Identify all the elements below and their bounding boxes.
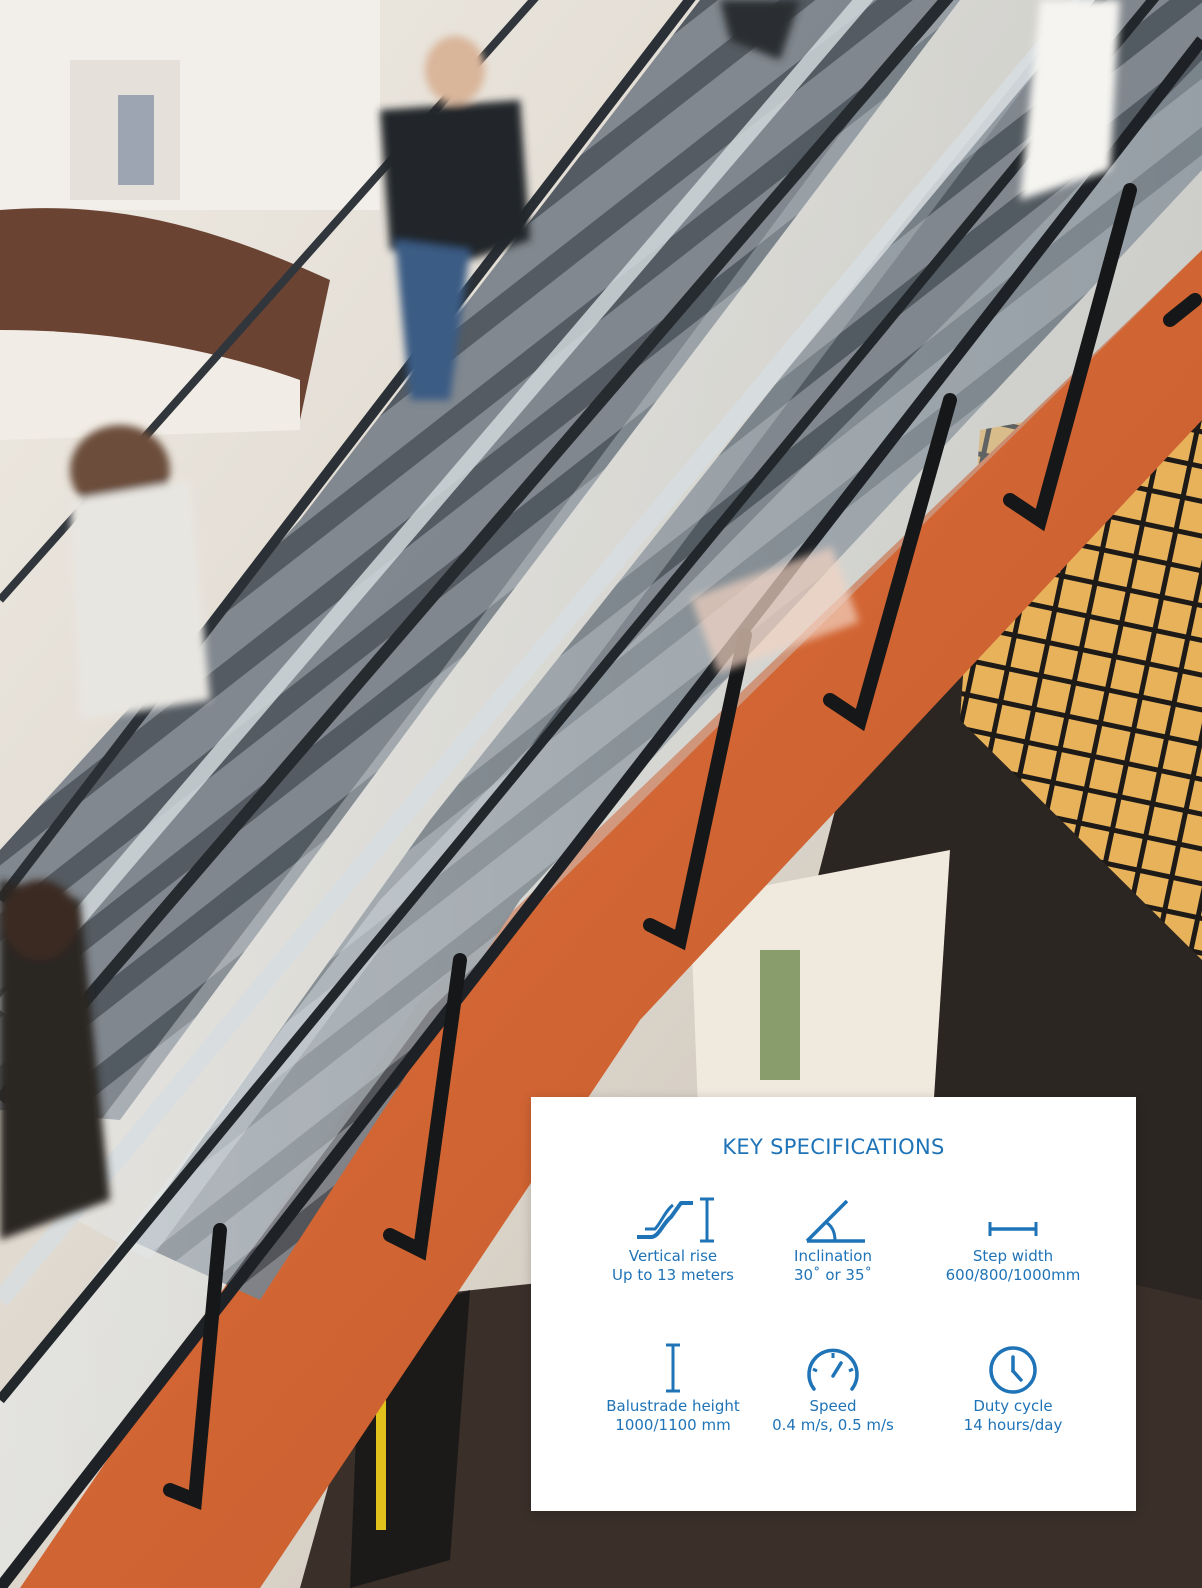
spec-value: 30˚ or 35˚ bbox=[793, 1266, 873, 1284]
spec-value: 0.4 m/s, 0.5 m/s bbox=[772, 1416, 894, 1434]
step-width-icon bbox=[988, 1222, 1038, 1236]
spec-label: Inclination bbox=[794, 1247, 872, 1265]
spec-value: 600/800/1000mm bbox=[945, 1266, 1081, 1284]
spec-label: Duty cycle bbox=[973, 1397, 1053, 1415]
card-title: KEY SPECIFICATIONS bbox=[722, 1135, 945, 1159]
speedometer-icon bbox=[807, 1348, 859, 1391]
key-specifications-card: KEY SPECIFICATIONS Vertical rise Up to 1… bbox=[531, 1097, 1136, 1511]
spec-duty-cycle: Duty cycle 14 hours/day bbox=[913, 1335, 1113, 1435]
spec-inclination: Inclination 30˚ or 35˚ bbox=[733, 1185, 933, 1285]
vertical-rise-icon bbox=[637, 1197, 714, 1243]
spec-speed: Speed 0.4 m/s, 0.5 m/s bbox=[733, 1335, 933, 1435]
spec-label: Step width bbox=[972, 1247, 1054, 1265]
spec-label: Speed bbox=[809, 1397, 857, 1415]
inclination-angle-icon bbox=[805, 1199, 865, 1243]
clock-icon bbox=[989, 1346, 1037, 1394]
balustrade-height-icon bbox=[666, 1343, 680, 1393]
spec-value: 14 hours/day bbox=[963, 1416, 1063, 1434]
spec-step-width: Step width 600/800/1000mm bbox=[913, 1185, 1113, 1285]
